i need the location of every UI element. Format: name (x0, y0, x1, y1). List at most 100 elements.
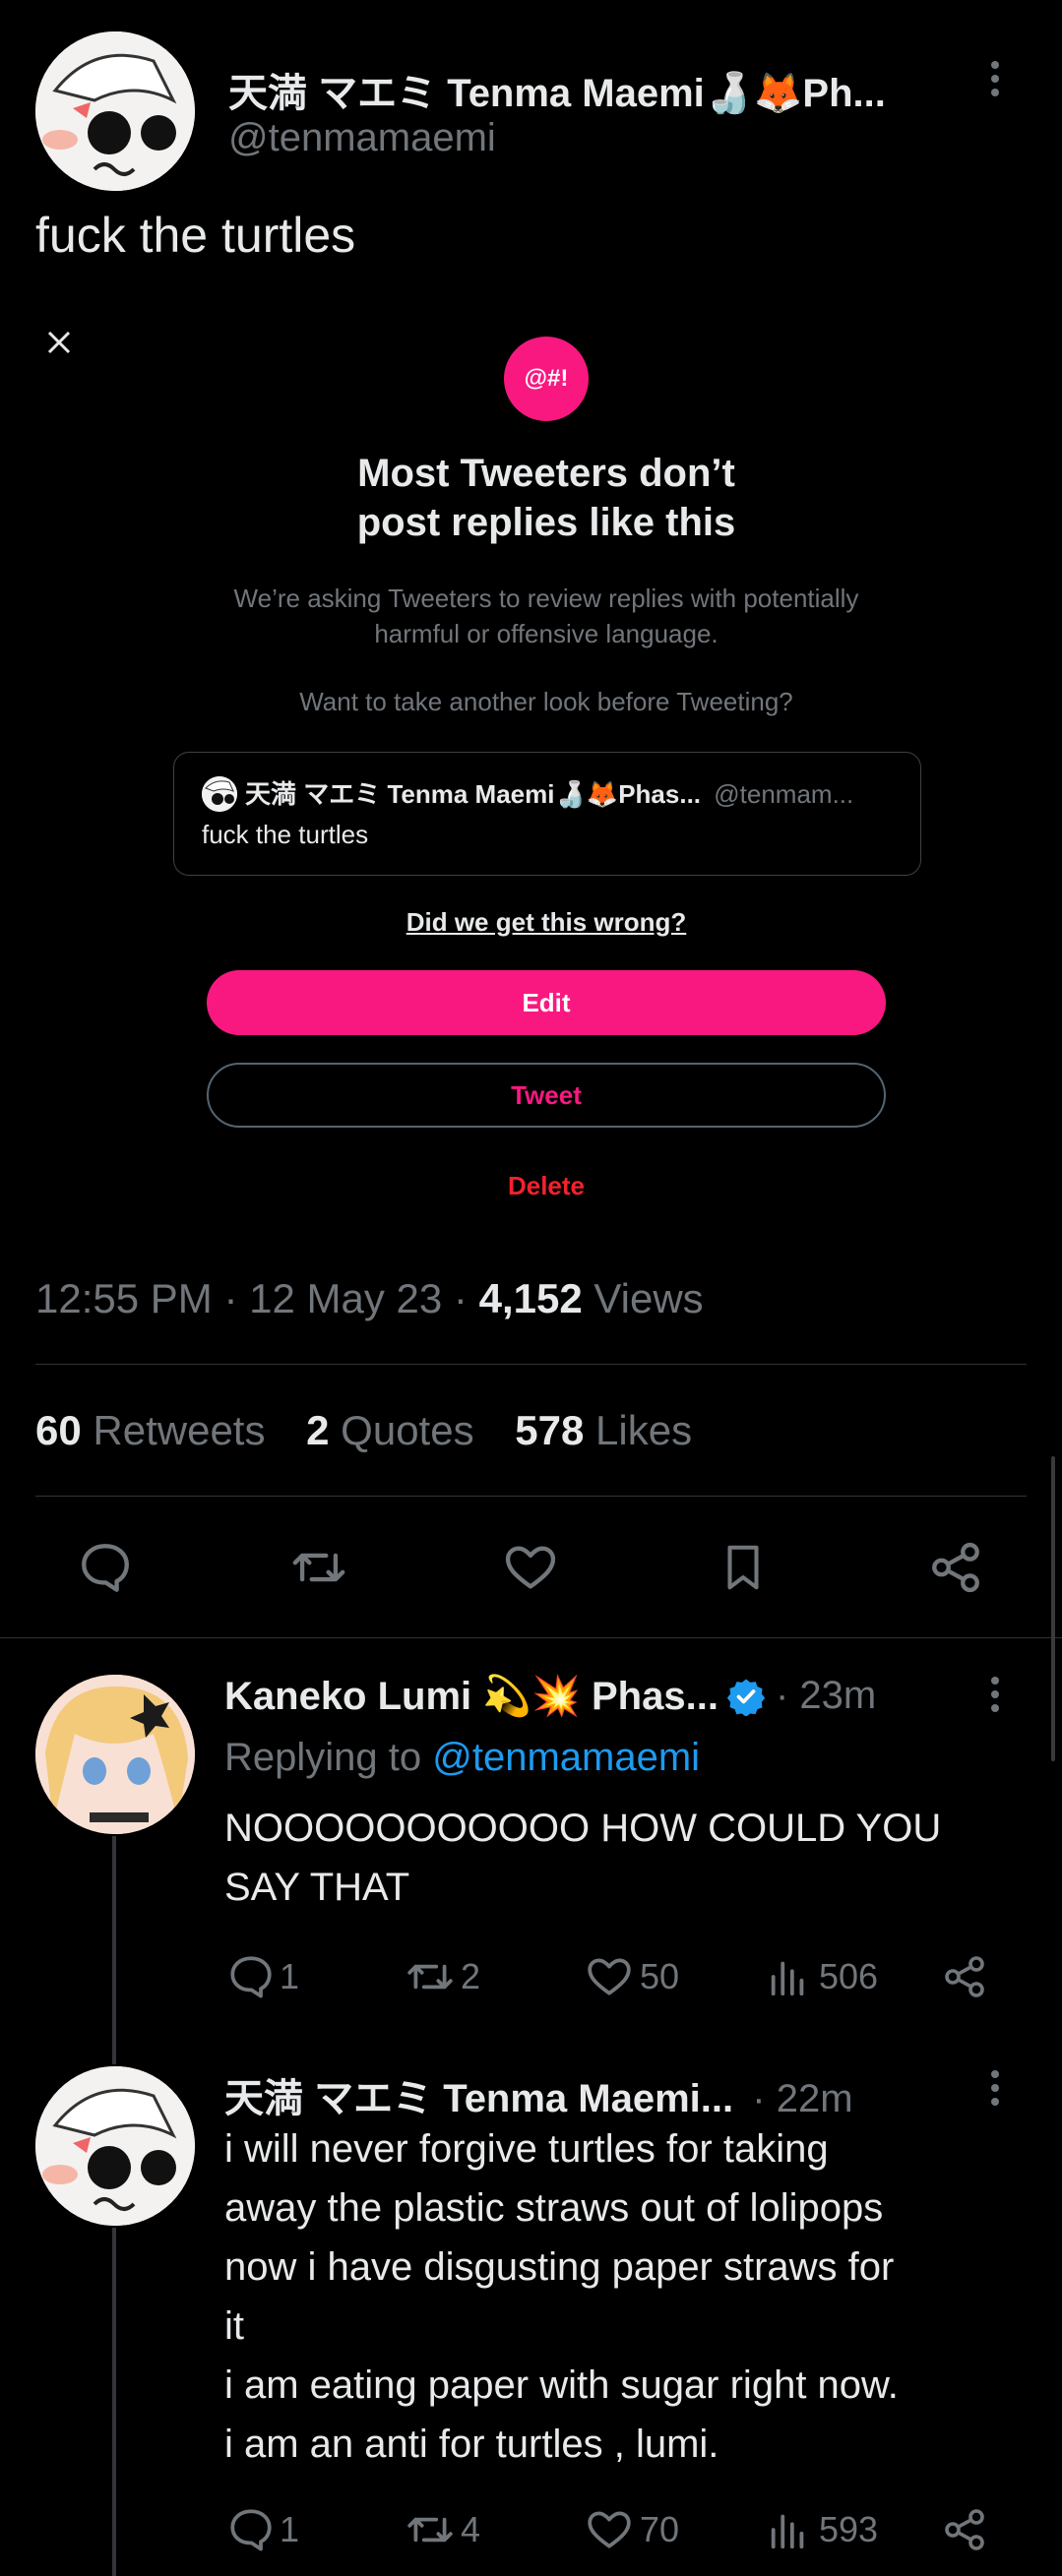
reply-text-line: i am an anti for turtles , lumi. (224, 2423, 719, 2466)
views-count: 506 (819, 1956, 879, 1996)
views-icon (771, 1961, 804, 1996)
reply-icon[interactable] (77, 1539, 134, 1601)
views-count: 4,152 (478, 1275, 583, 1321)
reply-text-line: now i have disgusting paper straws for (224, 2245, 895, 2289)
reply-icon (230, 2509, 272, 2551)
more-options-icon[interactable] (990, 1675, 1000, 1719)
section-divider (0, 1637, 1062, 1638)
reply-action[interactable]: 1 (226, 1952, 299, 2001)
retweets-count: 60 (35, 1407, 82, 1453)
more-options-icon[interactable] (990, 2068, 1000, 2113)
retweet-icon (407, 2517, 453, 2543)
preview-display-name: 天満 マエミ Tenma Maemi🍶🦊Phas... (245, 779, 702, 809)
prompt-title-line1: Most Tweeters don’t (357, 452, 735, 495)
retweet-count: 2 (461, 1956, 481, 1996)
quotes-stat[interactable]: 2 Quotes (306, 1407, 473, 1453)
prompt-body-line2: harmful or offensive language. (374, 619, 718, 648)
views-action[interactable]: 593 (766, 2505, 878, 2554)
share-action[interactable] (941, 2505, 988, 2554)
author-display-name[interactable]: 天満 マエミ Tenma Maemi🍶🦊Ph... (228, 61, 957, 118)
bookmark-icon[interactable] (717, 1539, 770, 1601)
tweet-text: fuck the turtles (35, 208, 356, 263)
avatar[interactable] (35, 2066, 195, 2226)
reply-count: 1 (280, 2509, 300, 2549)
retweets-stat[interactable]: 60 Retweets (35, 1407, 265, 1453)
preview-text: fuck the turtles (202, 820, 369, 849)
share-action[interactable] (941, 1952, 988, 2001)
reply-text-line: it (224, 2304, 244, 2348)
delete-button[interactable]: Delete (0, 1171, 1062, 1201)
retweet-action[interactable]: 4 (404, 2505, 480, 2554)
prompt-body: We’re asking Tweeters to review replies … (0, 581, 1062, 651)
divider (35, 1364, 1027, 1365)
views-icon (771, 2514, 804, 2549)
thread-line (112, 1836, 116, 2064)
tweet-meta: 12:55 PM · 12 May 23 · 4,152 Views (35, 1275, 704, 1322)
avatar[interactable] (35, 1675, 195, 1834)
reply-time[interactable]: · 22m (752, 2077, 852, 2120)
likes-count: 578 (515, 1407, 585, 1453)
retweet-icon[interactable] (289, 1539, 348, 1601)
preview-handle: @tenmam... (714, 779, 854, 809)
offensive-language-badge: @#! (504, 337, 589, 421)
meta-separator: · (453, 1275, 468, 1321)
reply-header: 天満 マエミ Tenma Maemi... · 22m (224, 2066, 992, 2123)
reply-time[interactable]: · 23m (776, 1674, 876, 1718)
retweets-label: Retweets (93, 1407, 266, 1453)
tweet-date: 12 May 23 (249, 1275, 443, 1321)
like-icon (588, 1958, 631, 1995)
author-handle[interactable]: @tenmamaemi (228, 116, 496, 160)
reply-icon (230, 1956, 272, 1998)
reply-text: NOOOOOOOOOOO HOW COULD YOU SAY THAT (224, 1799, 941, 1917)
reply-text-line: NOOOOOOOOOOO HOW COULD YOU (224, 1807, 942, 1850)
reply-display-name[interactable]: 天満 マエミ Tenma Maemi... (224, 2077, 733, 2120)
quotes-label: Quotes (341, 1407, 474, 1453)
reply-text-line: i will never forgive turtles for taking (224, 2127, 829, 2171)
like-count: 70 (640, 2509, 680, 2549)
like-icon[interactable] (502, 1539, 559, 1601)
likes-stat[interactable]: 578 Likes (515, 1407, 692, 1453)
thread-line (112, 2228, 116, 2576)
retweet-action[interactable]: 2 (404, 1952, 480, 2001)
reply-text: i will never forgive turtles for taking … (224, 2119, 899, 2474)
close-icon[interactable] (45, 329, 73, 361)
views-action[interactable]: 506 (766, 1952, 878, 2001)
scrollbar[interactable] (1051, 1456, 1055, 1761)
share-icon (945, 1956, 984, 1997)
replying-to: Replying to @tenmamaemi (224, 1736, 700, 1780)
reply-text-line: i am eating paper with sugar right now. (224, 2363, 899, 2407)
preview-avatar (202, 776, 237, 812)
more-options-icon[interactable] (990, 59, 1000, 100)
reply-text-line: away the plastic straws out of lolipops (224, 2186, 884, 2230)
tweet-preview-card: 天満 マエミ Tenma Maemi🍶🦊Phas... @tenmam... f… (173, 752, 921, 876)
edit-button[interactable]: Edit (207, 970, 886, 1035)
prompt-title-line2: post replies like this (356, 501, 736, 544)
avatar[interactable] (35, 31, 195, 191)
replying-to-handle-link[interactable]: @tenmamaemi (432, 1736, 700, 1779)
avatar-lumi-image (35, 1675, 195, 1834)
engagement-stats: 60 Retweets 2 Quotes 578 Likes (35, 1407, 692, 1454)
views-label: Views (593, 1275, 704, 1321)
likes-label: Likes (595, 1407, 693, 1453)
reply-count: 1 (280, 1956, 300, 1996)
avatar-maemi-image (35, 31, 195, 191)
views-count: 593 (819, 2509, 879, 2549)
prompt-body-line1: We’re asking Tweeters to review replies … (233, 583, 859, 613)
like-count: 50 (640, 1956, 680, 1996)
like-action[interactable]: 70 (585, 2505, 679, 2554)
divider (35, 1496, 1027, 1497)
like-icon (588, 2511, 631, 2548)
like-action[interactable]: 50 (585, 1952, 679, 2001)
tweet-time: 12:55 PM (35, 1275, 213, 1321)
share-icon (945, 2509, 984, 2550)
meta-separator: · (223, 1275, 238, 1321)
quotes-count: 2 (306, 1407, 330, 1453)
tweet-anyway-button[interactable]: Tweet (207, 1063, 886, 1128)
reply-display-name[interactable]: Kaneko Lumi 💫💥 Phas... (224, 1673, 718, 1719)
did-we-get-this-wrong-link[interactable]: Did we get this wrong? (0, 907, 1062, 938)
share-icon[interactable] (927, 1539, 984, 1601)
reply-action[interactable]: 1 (226, 2505, 299, 2554)
verified-badge-icon (726, 1679, 766, 1716)
prompt-title: Most Tweeters don’t post replies like th… (0, 449, 1062, 547)
prompt-question: Want to take another look before Tweetin… (299, 687, 793, 716)
